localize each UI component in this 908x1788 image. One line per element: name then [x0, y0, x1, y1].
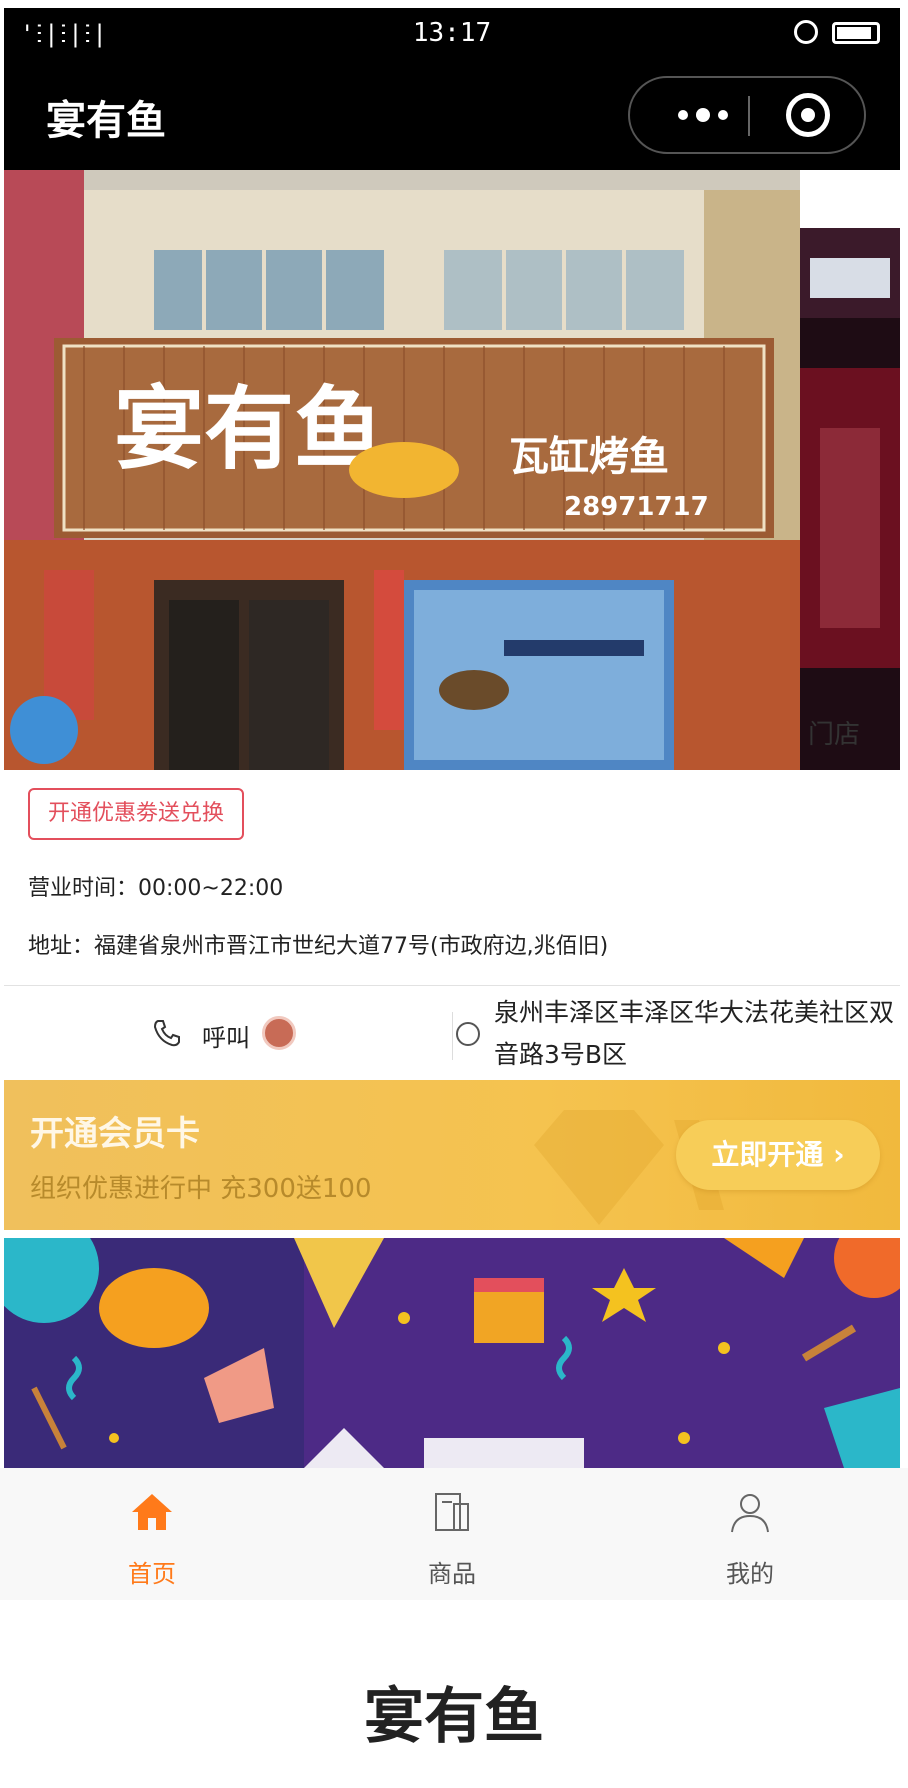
phone-icon[interactable] — [152, 1018, 182, 1048]
tab-goods-label: 商品 — [428, 1560, 476, 1588]
bottom-tab-bar: 首页 商品 我的 — [0, 1468, 908, 1600]
membership-card[interactable]: 开通会员卡 组织优惠进行中 充300送100 立即开通 › — [4, 1080, 900, 1230]
next-slide-caption: 门店 — [808, 720, 861, 750]
miniprogram-capsule — [628, 76, 866, 154]
shop-sign-phone: 28971717 — [564, 492, 709, 522]
shop-sign-subtext: 瓦缸烤鱼 — [509, 434, 669, 480]
membership-subtitle: 组织优惠进行中 充300送100 — [30, 1174, 372, 1204]
status-time: 13:17 — [412, 18, 492, 48]
tab-me[interactable]: 我的 — [650, 1468, 850, 1600]
banner-carousel[interactable]: 宴有鱼 瓦缸烤鱼 28971717 门店 — [4, 170, 900, 770]
close-miniprogram-button[interactable] — [786, 93, 830, 137]
more-dots-icon — [718, 110, 728, 120]
footer-brand: 宴有鱼 — [364, 1682, 544, 1752]
more-menu-button[interactable] — [658, 78, 748, 152]
app-screen: 'ⵗ|ⵗ|ⵗ| 13:17 宴有鱼 宴有鱼 瓦缸烤鱼 28971717 门店 开… — [0, 0, 908, 1788]
avatar — [262, 1016, 296, 1050]
user-icon — [731, 1494, 769, 1533]
party-promo-banner[interactable] — [4, 1238, 900, 1468]
contact-bar: 呼叫 泉州丰泽区丰泽区华大法花美社区双音路3号B区 — [4, 985, 900, 1080]
location-icon — [456, 1022, 480, 1046]
tab-goods[interactable]: 商品 — [352, 1468, 552, 1600]
tab-home[interactable]: 首页 — [52, 1468, 252, 1600]
status-bar: 'ⵗ|ⵗ|ⵗ| 13:17 — [4, 8, 900, 58]
goods-icon — [435, 1493, 469, 1531]
tab-home-label: 首页 — [128, 1560, 176, 1588]
store-address: 地址：福建省泉州市晋江市世纪大道77号(市政府边,兆佰旧) — [28, 934, 609, 959]
shop-sign-text: 宴有鱼 — [114, 376, 384, 482]
more-dots-icon — [678, 110, 688, 120]
alarm-icon — [794, 20, 818, 44]
more-dots-icon — [696, 108, 710, 122]
storefront-photo: 宴有鱼 瓦缸烤鱼 28971717 — [4, 170, 800, 770]
next-slide-photo — [800, 228, 900, 770]
tab-me-label: 我的 — [726, 1560, 774, 1588]
call-button[interactable]: 呼叫 — [202, 1018, 250, 1053]
battery-icon — [832, 22, 880, 44]
home-icon — [132, 1494, 172, 1530]
store-info: 开通优惠劵送兑换 营业时间：00:00~22:00 地址：福建省泉州市晋江市世纪… — [4, 770, 900, 985]
contact-divider — [452, 1012, 453, 1060]
branch-address[interactable]: 泉州丰泽区丰泽区华大法花美社区双音路3号B区 — [494, 992, 894, 1076]
nav-bar: 宴有鱼 — [4, 58, 900, 170]
open-membership-button[interactable]: 立即开通 › — [676, 1120, 880, 1190]
capsule-divider — [748, 96, 750, 136]
promo-tag[interactable]: 开通优惠劵送兑换 — [28, 788, 245, 840]
business-hours: 营业时间：00:00~22:00 — [28, 876, 284, 901]
page-title: 宴有鱼 — [46, 98, 166, 144]
membership-title: 开通会员卡 — [30, 1114, 200, 1154]
